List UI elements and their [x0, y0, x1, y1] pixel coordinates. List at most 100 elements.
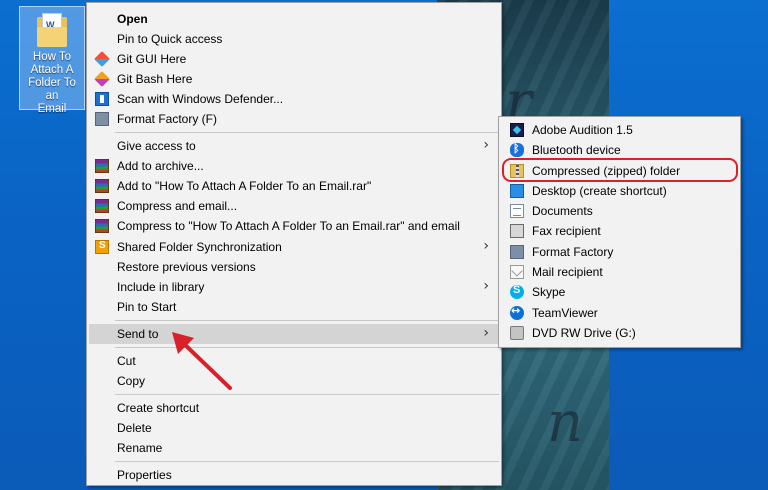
menu-item-delete[interactable]: Delete: [89, 418, 499, 438]
menu-item-label: Compress to "How To Attach A Folder To a…: [117, 219, 460, 233]
menu-separator: [115, 320, 499, 321]
adobe-audition-icon: [510, 123, 524, 137]
menu-item-add-to-rar[interactable]: Add to "How To Attach A Folder To an Ema…: [89, 176, 499, 196]
menu-item-send-to[interactable]: Send to ›: [89, 324, 499, 344]
word-document-folder-icon: [37, 13, 67, 47]
zip-folder-icon: [510, 164, 524, 178]
menu-item-git-gui[interactable]: Git GUI Here: [89, 49, 499, 69]
dvd-drive-icon: [510, 326, 524, 340]
menu-item-label: Give access to: [117, 139, 196, 153]
skype-icon: [510, 284, 524, 299]
format-factory-icon: [95, 112, 109, 126]
send-to-compressed-folder[interactable]: Compressed (zipped) folder: [501, 161, 738, 181]
send-to-fax[interactable]: Fax recipient: [501, 221, 738, 241]
menu-item-label: Create shortcut: [117, 401, 200, 415]
windows-defender-icon: [95, 92, 109, 106]
submenu-item-label: Mail recipient: [532, 265, 603, 279]
submenu-item-label: Compressed (zipped) folder: [532, 164, 681, 178]
icon-label-line: How To: [32, 51, 72, 63]
winrar-icon: [95, 199, 109, 213]
menu-item-label: Send to: [117, 327, 159, 341]
submenu-item-label: TeamViewer: [532, 306, 598, 320]
format-factory-icon: [510, 245, 524, 259]
send-to-format-factory[interactable]: Format Factory: [501, 242, 738, 262]
winrar-icon: [95, 159, 109, 173]
menu-item-git-bash[interactable]: Git Bash Here: [89, 69, 499, 89]
menu-separator: [115, 347, 499, 348]
menu-item-scan-defender[interactable]: Scan with Windows Defender...: [89, 89, 499, 109]
send-to-documents[interactable]: Documents: [501, 201, 738, 221]
menu-item-label: Open: [117, 12, 148, 26]
send-to-mail[interactable]: Mail recipient: [501, 262, 738, 282]
send-to-dvd-drive[interactable]: DVD RW Drive (G:): [501, 323, 738, 343]
menu-item-label: Format Factory (F): [117, 112, 218, 126]
send-to-adobe-audition[interactable]: Adobe Audition 1.5: [501, 120, 738, 140]
submenu-item-label: Documents: [532, 204, 593, 218]
send-to-teamviewer[interactable]: TeamViewer: [501, 303, 738, 323]
menu-item-label: Add to "How To Attach A Folder To an Ema…: [117, 179, 372, 193]
menu-item-label: Pin to Start: [117, 300, 177, 314]
menu-item-label: Properties: [117, 468, 172, 482]
submenu-arrow-icon: ›: [483, 137, 489, 153]
submenu-item-label: Desktop (create shortcut): [532, 184, 667, 198]
menu-item-give-access[interactable]: Give access to ›: [89, 136, 499, 156]
fax-icon: [510, 224, 524, 238]
submenu-item-label: Fax recipient: [532, 224, 601, 238]
submenu-item-label: DVD RW Drive (G:): [532, 326, 636, 340]
menu-item-label: Compress and email...: [117, 199, 238, 213]
submenu-item-label: Bluetooth device: [532, 143, 621, 157]
git-gui-icon: [94, 51, 110, 67]
menu-item-label: Include in library: [117, 280, 205, 294]
menu-separator: [115, 394, 499, 395]
desktop-icon: [510, 184, 524, 198]
menu-separator: [115, 461, 499, 462]
context-menu: Open Pin to Quick access Git GUI Here Gi…: [86, 2, 502, 486]
submenu-arrow-icon: ›: [483, 325, 489, 341]
desktop-folder-icon[interactable]: How To Attach A Folder To an Email: [19, 6, 85, 115]
menu-item-label: Scan with Windows Defender...: [117, 92, 284, 106]
menu-item-include-library[interactable]: Include in library ›: [89, 277, 499, 297]
menu-item-label: Delete: [117, 421, 152, 435]
menu-item-label: Cut: [117, 354, 136, 368]
icon-label-line: Email: [37, 103, 67, 115]
menu-item-cut[interactable]: Cut: [89, 351, 499, 371]
menu-item-label: Rename: [117, 441, 163, 455]
menu-item-pin-quick-access[interactable]: Pin to Quick access: [89, 29, 499, 49]
winrar-icon: [95, 219, 109, 233]
desktop-icon-label: How To Attach A Folder To an Email: [20, 51, 84, 116]
icon-label-line: Attach A: [30, 64, 74, 76]
menu-item-copy[interactable]: Copy: [89, 371, 499, 391]
menu-item-pin-start[interactable]: Pin to Start: [89, 297, 499, 317]
submenu-arrow-icon: ›: [483, 238, 489, 254]
submenu-arrow-icon: ›: [483, 278, 489, 294]
submenu-item-label: Adobe Audition 1.5: [532, 123, 633, 137]
menu-item-rename[interactable]: Rename: [89, 438, 499, 458]
bluetooth-icon: [510, 142, 524, 157]
menu-item-label: Shared Folder Synchronization: [117, 240, 282, 254]
documents-icon: [510, 204, 524, 218]
menu-item-create-shortcut[interactable]: Create shortcut: [89, 398, 499, 418]
menu-item-compress-to-rar-email[interactable]: Compress to "How To Attach A Folder To a…: [89, 216, 499, 236]
send-to-desktop[interactable]: Desktop (create shortcut): [501, 181, 738, 201]
menu-item-open[interactable]: Open: [89, 9, 499, 29]
menu-item-add-to-archive[interactable]: Add to archive...: [89, 156, 499, 176]
menu-item-compress-email[interactable]: Compress and email...: [89, 196, 499, 216]
submenu-item-label: Skype: [532, 285, 566, 299]
send-to-skype[interactable]: Skype: [501, 282, 738, 302]
send-to-bluetooth[interactable]: Bluetooth device: [501, 140, 738, 160]
menu-item-label: Restore previous versions: [117, 260, 256, 274]
git-bash-icon: [94, 71, 110, 87]
submenu-item-label: Format Factory: [532, 245, 614, 259]
menu-item-label: Git GUI Here: [117, 52, 187, 66]
menu-item-properties[interactable]: Properties: [89, 465, 499, 485]
teamviewer-icon: [510, 304, 524, 320]
menu-item-shared-folder-sync[interactable]: Shared Folder Synchronization ›: [89, 237, 499, 257]
winrar-icon: [95, 179, 109, 193]
menu-item-label: Pin to Quick access: [117, 32, 223, 46]
menu-item-label: Copy: [117, 374, 146, 388]
menu-separator: [115, 132, 499, 133]
mail-icon: [510, 265, 524, 279]
menu-item-format-factory[interactable]: Format Factory (F): [89, 109, 499, 129]
shared-sync-icon: [95, 240, 109, 254]
menu-item-restore-versions[interactable]: Restore previous versions: [89, 257, 499, 277]
